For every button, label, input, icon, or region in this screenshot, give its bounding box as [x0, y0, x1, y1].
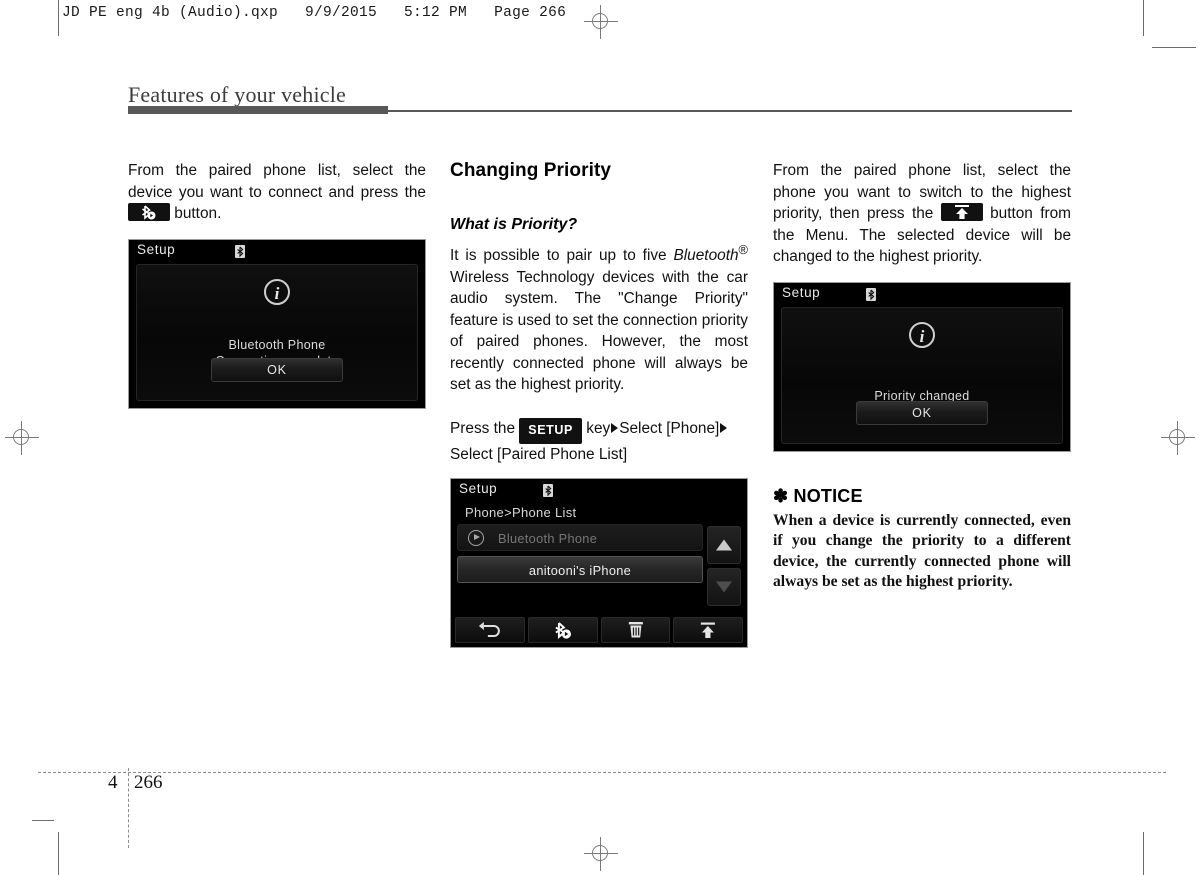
- crop-mark-top-left-vertical: [58, 0, 59, 36]
- connect-button[interactable]: [527, 616, 598, 643]
- registration-mark-bottom: [584, 837, 618, 871]
- bluetooth-wordmark: Bluetooth: [673, 247, 739, 265]
- bluetooth-connect-glyph: [142, 205, 156, 220]
- press-select-1: Select [Phone]: [619, 419, 720, 437]
- notice-block: ✽ NOTICE When a device is currently conn…: [773, 486, 1071, 593]
- paired-phone-list: Bluetooth Phone anitooni's iPhone: [457, 523, 703, 583]
- dialog-message-line-1: Bluetooth Phone: [228, 337, 326, 352]
- move-to-top-icon: [701, 622, 716, 638]
- press-mid-text: key: [586, 419, 611, 437]
- notice-body-text: When a device is currently connected, ev…: [773, 511, 1071, 591]
- middle-column: Changing Priority What is Priority? It i…: [450, 160, 748, 648]
- registration-mark-right: [1161, 421, 1195, 455]
- right-column: From the paired phone list, select the p…: [773, 160, 1071, 593]
- screenshot-priority-changed: Setup i Priority changed OK: [773, 281, 1071, 452]
- asterisk-icon: ✽: [773, 485, 789, 506]
- registered-mark: ®: [738, 242, 748, 257]
- reg-circle: [13, 429, 29, 445]
- trash-icon: [628, 621, 643, 638]
- ok-button[interactable]: OK: [211, 357, 343, 382]
- back-arrow-icon: [478, 621, 500, 637]
- what-is-priority-paragraph: It is possible to pair up to five Blueto…: [450, 239, 748, 396]
- screen-title: Setup: [459, 480, 498, 496]
- bluetooth-icon: [543, 483, 553, 497]
- screen-title: Setup: [137, 241, 176, 257]
- priority-text-b: Wireless Technology devices with the car…: [450, 268, 748, 394]
- bluetooth-glyph: [235, 244, 245, 258]
- move-to-top-icon: [940, 203, 983, 221]
- subsection-title-what-is-priority: What is Priority?: [450, 216, 578, 233]
- footer-divider: [38, 772, 1166, 773]
- crop-mark-bottom-right-vertical: [1143, 832, 1144, 875]
- crop-mark-top-right-vertical: [1143, 0, 1144, 36]
- footer-page-number: 266: [134, 772, 163, 793]
- breadcrumb: Phone>Phone List: [465, 504, 577, 520]
- right-intro-paragraph: From the paired phone list, select the p…: [773, 160, 1071, 268]
- bluetooth-icon: [866, 287, 876, 301]
- list-item-label: anitooni's iPhone: [528, 562, 632, 578]
- print-file-banner: JD PE eng 4b (Audio).qxp 9/9/2015 5:12 P…: [62, 5, 567, 21]
- move-to-top-button[interactable]: [673, 616, 743, 643]
- reg-circle: [592, 13, 608, 29]
- page-title: Features of your vehicle: [128, 82, 347, 107]
- screen-title: Setup: [782, 284, 821, 300]
- left-intro-text-part1: From the paired phone list, select the d…: [128, 162, 426, 201]
- header-rule-thick: [128, 106, 388, 114]
- left-intro-paragraph: From the paired phone list, select the d…: [128, 160, 426, 225]
- info-icon: i: [264, 278, 290, 305]
- footer-chapter-number: 4: [108, 772, 118, 793]
- ok-button[interactable]: OK: [856, 400, 988, 425]
- dialog-panel: i Priority changed OK: [781, 306, 1063, 444]
- scroll-up-icon: [716, 539, 732, 551]
- screenshot-phone-list: Setup Phone>Phone List Bluetooth Phone a…: [450, 477, 748, 648]
- crop-mark-top-right-horizontal: [1152, 47, 1196, 48]
- notice-heading: ✽ NOTICE: [773, 486, 1071, 507]
- arrow-right-icon: [611, 422, 619, 433]
- back-button[interactable]: [455, 616, 525, 643]
- header-rule-thin: [388, 110, 1072, 112]
- phone-list-toolbar: [455, 616, 743, 643]
- footer-vertical-divider: [128, 768, 129, 848]
- press-select-2: Select [Paired Phone List]: [450, 446, 628, 464]
- priority-text-a: It is possible to pair up to five: [450, 247, 667, 265]
- scroll-down-button[interactable]: [707, 567, 741, 606]
- crop-mark-bottom-left-vertical: [58, 832, 59, 875]
- press-setup-instruction: Press the SETUP key Select [Phone] Select …: [450, 417, 748, 466]
- delete-button[interactable]: [600, 616, 671, 643]
- notice-heading-label: NOTICE: [793, 485, 863, 506]
- setup-key-button[interactable]: SETUP: [519, 417, 582, 445]
- list-item[interactable]: anitooni's iPhone: [457, 555, 703, 583]
- press-prefix-text: Press the: [450, 419, 516, 437]
- list-item[interactable]: Bluetooth Phone: [457, 523, 703, 551]
- crop-mark-bottom-left-horizontal: [32, 820, 54, 821]
- move-to-top-glyph: [954, 205, 969, 219]
- arrow-right-icon: [720, 422, 728, 433]
- dialog-panel: i Bluetooth Phone Connection complete OK: [136, 263, 418, 401]
- screenshot-connection-complete: Setup i Bluetooth Phone Connection compl…: [128, 238, 426, 409]
- play-circle-icon: [468, 529, 484, 546]
- scroll-down-icon: [716, 581, 732, 593]
- left-intro-text-part2: button.: [174, 205, 222, 222]
- reg-circle: [1169, 429, 1185, 445]
- bluetooth-connect-icon: [128, 203, 170, 221]
- left-column: From the paired phone list, select the d…: [128, 160, 426, 409]
- bluetooth-connect-icon: [555, 621, 571, 639]
- list-item-label: Bluetooth Phone: [498, 530, 598, 546]
- bluetooth-glyph: [543, 483, 553, 497]
- section-title-changing-priority: Changing Priority: [450, 160, 612, 181]
- reg-circle: [592, 845, 608, 861]
- registration-mark-top: [584, 5, 618, 39]
- info-icon: i: [909, 321, 935, 348]
- registration-mark-left: [5, 421, 39, 455]
- bluetooth-glyph: [866, 287, 876, 301]
- bluetooth-icon: [235, 244, 245, 258]
- scroll-up-button[interactable]: [707, 525, 741, 564]
